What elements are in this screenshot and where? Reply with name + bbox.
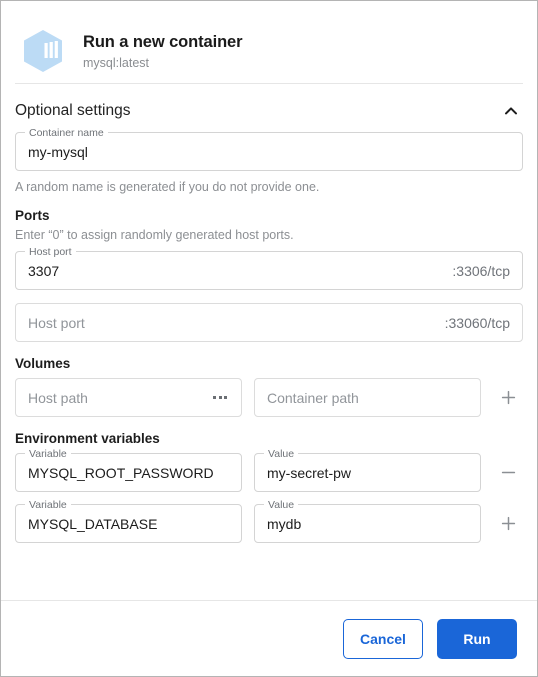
host-port-placeholder-2: Host port <box>28 314 85 331</box>
run-new-container-dialog: Run a new container mysql:latest Optiona… <box>0 0 538 677</box>
image-tag-label: mysql:latest <box>83 55 149 70</box>
container-name-hint: A random name is generated if you do not… <box>15 180 320 194</box>
host-port-suffix-1: :3306/tcp <box>452 262 510 279</box>
env-variable-field-2[interactable]: Variable MYSQL_DATABASE <box>15 499 242 543</box>
ellipsis-dots <box>213 396 227 399</box>
run-button[interactable]: Run <box>437 618 517 659</box>
cancel-button[interactable]: Cancel <box>343 618 423 659</box>
dialog-header: Run a new container mysql:latest <box>1 1 537 83</box>
minus-icon <box>501 471 515 474</box>
volume-container-path-placeholder: Container path <box>267 389 359 406</box>
volumes-section-title: Volumes <box>15 356 71 371</box>
container-hexagon-icon <box>17 25 69 77</box>
remove-env-variable-button-1[interactable] <box>493 458 523 488</box>
table-row: Variable MYSQL_ROOT_PASSWORD Value my-se… <box>15 448 523 492</box>
env-variable-label-1: Variable <box>25 448 71 460</box>
host-port-field-1[interactable]: Host port 3307 :3306/tcp <box>15 246 523 290</box>
header-text-group: Run a new container mysql:latest <box>83 31 243 72</box>
host-port-field-2[interactable]: Host port :33060/tcp <box>15 303 523 342</box>
ellipsis-icon[interactable] <box>211 389 229 407</box>
add-volume-button[interactable] <box>493 383 523 413</box>
env-value-label-1: Value <box>264 448 299 460</box>
env-variable-value-2: MYSQL_DATABASE <box>28 515 158 532</box>
host-port-label-1: Host port <box>25 246 76 258</box>
container-name-value: my-mysql <box>28 143 88 160</box>
environment-variables-section-title: Environment variables <box>15 431 160 446</box>
optional-settings-title: Optional settings <box>15 102 131 119</box>
env-variable-value-1: MYSQL_ROOT_PASSWORD <box>28 464 214 481</box>
environment-variables-list: Variable MYSQL_ROOT_PASSWORD Value my-se… <box>15 448 523 543</box>
container-name-field[interactable]: Container name my-mysql <box>15 127 523 171</box>
ports-section-title: Ports <box>15 208 50 223</box>
add-env-variable-button-2[interactable] <box>493 509 523 539</box>
host-port-value-1: 3307 <box>28 262 60 279</box>
plus-icon <box>501 516 515 531</box>
dialog-footer: Cancel Run <box>1 600 537 676</box>
host-port-suffix-2: :33060/tcp <box>444 314 510 331</box>
env-value-label-2: Value <box>264 499 299 511</box>
env-variable-label-2: Variable <box>25 499 71 511</box>
volume-host-path-placeholder: Host path <box>28 389 88 406</box>
plus-icon <box>501 390 515 405</box>
volume-container-path-field[interactable]: Container path <box>254 378 481 417</box>
ports-hint: Enter “0” to assign randomly generated h… <box>15 228 294 242</box>
table-row: Variable MYSQL_DATABASE Value mydb <box>15 499 523 543</box>
ports-field-stack: Host port 3307 :3306/tcp Host port :3306… <box>15 246 523 342</box>
page-title: Run a new container <box>83 32 243 51</box>
volumes-row: Host path Container path <box>15 378 523 417</box>
env-value-field-1[interactable]: Value my-secret-pw <box>254 448 481 492</box>
chevron-up-icon[interactable] <box>499 99 523 123</box>
header-divider <box>15 83 523 84</box>
container-name-label: Container name <box>25 127 108 139</box>
volume-host-path-field[interactable]: Host path <box>15 378 242 417</box>
optional-settings-toggle[interactable]: Optional settings <box>15 90 523 132</box>
env-value-value-2: mydb <box>267 515 302 532</box>
env-value-field-2[interactable]: Value mydb <box>254 499 481 543</box>
env-variable-field-1[interactable]: Variable MYSQL_ROOT_PASSWORD <box>15 448 242 492</box>
env-value-value-1: my-secret-pw <box>267 464 352 481</box>
dialog-body: Optional settings Container name my-mysq… <box>1 90 537 543</box>
